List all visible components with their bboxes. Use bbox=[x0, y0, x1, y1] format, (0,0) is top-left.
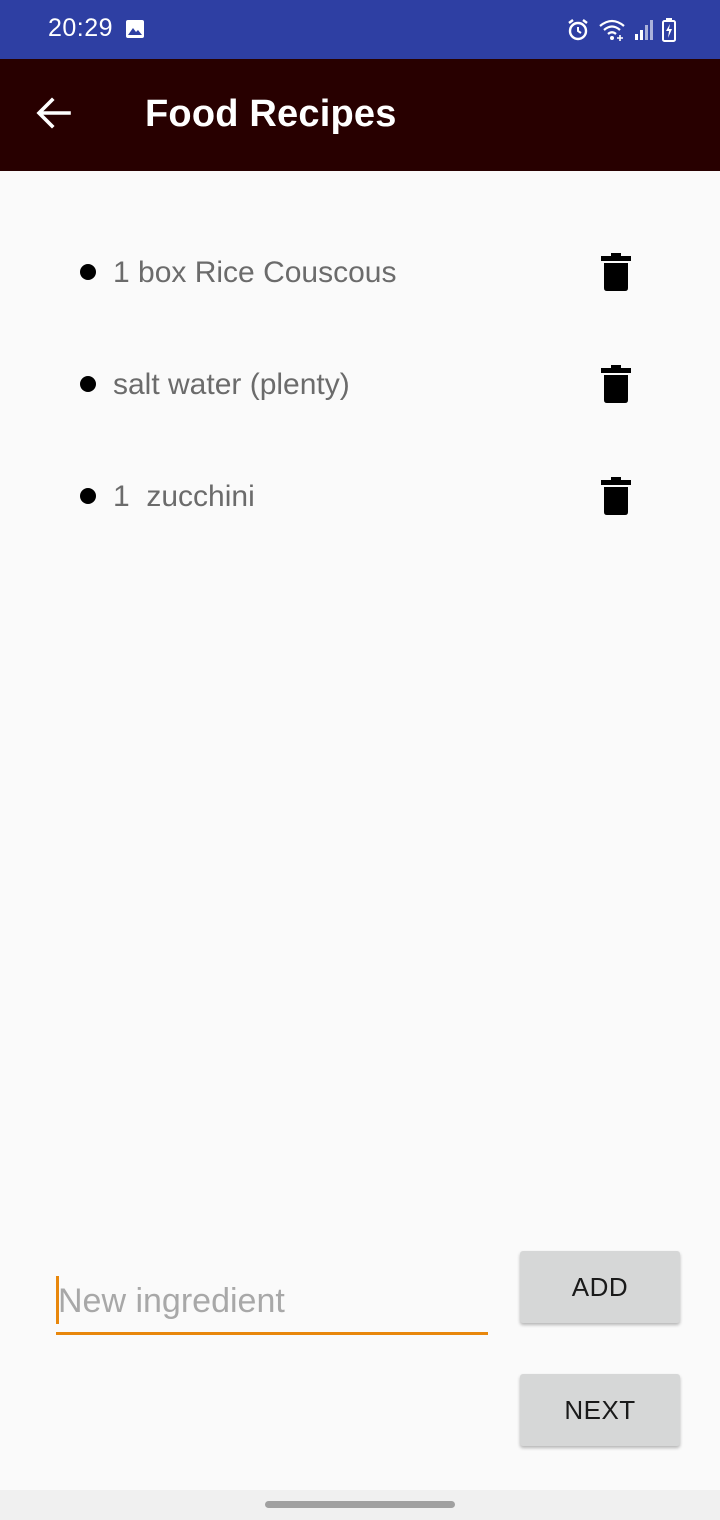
status-bar: 20:29 bbox=[0, 0, 720, 59]
arrow-back-icon bbox=[35, 94, 73, 137]
next-button[interactable]: NEXT bbox=[520, 1374, 680, 1446]
trash-icon bbox=[601, 252, 631, 296]
back-button[interactable] bbox=[22, 83, 86, 147]
ingredient-text: 1 zucchini bbox=[113, 480, 255, 513]
page-title: Food Recipes bbox=[145, 93, 397, 135]
wifi-icon bbox=[598, 18, 626, 42]
battery-charging-icon bbox=[662, 18, 676, 42]
status-time: 20:29 bbox=[48, 14, 114, 42]
ingredient-list: 1 box Rice Couscous salt water (plenty) bbox=[0, 218, 720, 554]
new-ingredient-input[interactable] bbox=[56, 1272, 488, 1330]
app-bar: Food Recipes bbox=[0, 59, 720, 171]
screen: 20:29 Food Recipes 1 box Rice Couscous s… bbox=[0, 0, 720, 1520]
delete-button[interactable] bbox=[592, 250, 640, 298]
delete-button[interactable] bbox=[592, 474, 640, 522]
ingredient-text: 1 box Rice Couscous bbox=[113, 256, 397, 289]
image-icon bbox=[125, 19, 145, 39]
list-item: 1 zucchini bbox=[0, 442, 720, 554]
trash-icon bbox=[601, 364, 631, 408]
status-icons bbox=[566, 16, 676, 44]
trash-icon bbox=[601, 476, 631, 520]
bullet-icon bbox=[80, 264, 96, 280]
alarm-icon bbox=[566, 18, 590, 42]
bullet-icon bbox=[80, 376, 96, 392]
list-item: 1 box Rice Couscous bbox=[0, 218, 720, 330]
list-item: salt water (plenty) bbox=[0, 330, 720, 442]
bullet-icon bbox=[80, 488, 96, 504]
home-gesture-handle[interactable] bbox=[265, 1501, 455, 1508]
delete-button[interactable] bbox=[592, 362, 640, 410]
ingredient-input-field bbox=[56, 1272, 488, 1335]
signal-icon bbox=[634, 19, 654, 41]
ingredient-text: salt water (plenty) bbox=[113, 368, 350, 401]
navigation-bar bbox=[0, 1490, 720, 1520]
add-button[interactable]: ADD bbox=[520, 1251, 680, 1323]
